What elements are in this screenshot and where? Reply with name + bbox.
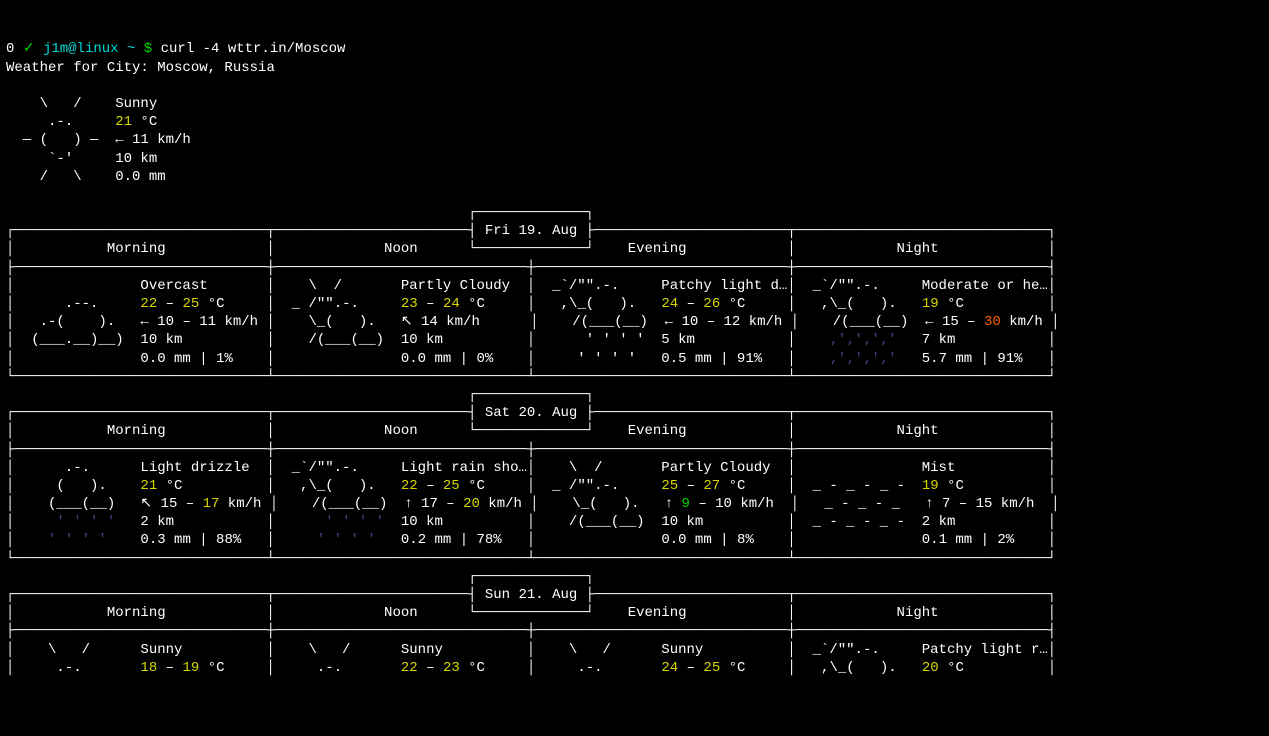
exit-status: 0	[6, 41, 14, 57]
dollar-prompt: $	[144, 41, 152, 57]
location-line: Weather for City: Moscow, Russia	[6, 60, 275, 76]
terminal-output: 0 ✓ j1m@linux ~ $ curl -4 wttr.in/Moscow…	[0, 36, 1269, 681]
forecast-table: ┌─────────────┐ ┌───────────────────────…	[6, 204, 1263, 677]
checkmark-icon: ✓	[23, 41, 35, 57]
user-host: j1m@linux	[43, 41, 119, 57]
current-weather: \ / Sunny .-. 21 °C ― ( ) ― ← 11 km/h `-…	[6, 77, 1263, 186]
tilde: ~	[127, 41, 135, 57]
command-text: curl -4 wttr.in/Moscow	[161, 41, 346, 57]
